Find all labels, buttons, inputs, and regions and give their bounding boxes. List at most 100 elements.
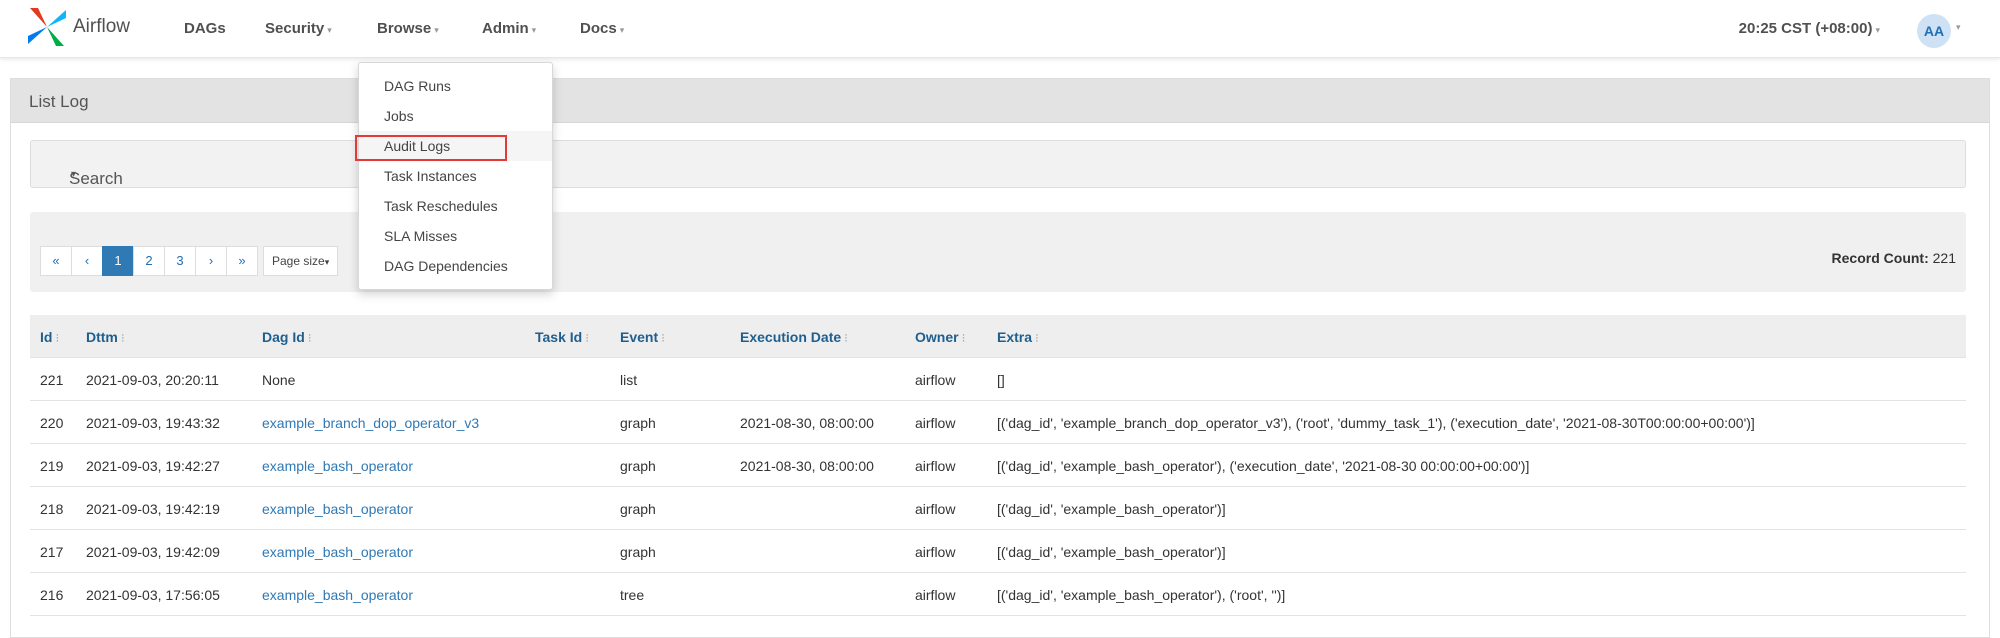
next-page-button[interactable]: › [195,246,227,276]
page-size-dropdown[interactable]: Page size▾ [263,246,339,276]
cell-event: list [620,372,638,388]
table-row: 217 2021-09-03, 19:42:09 example_bash_oper… [30,530,1966,573]
cell-id: 220 [40,415,64,431]
menu-item-dag-dependencies[interactable]: DAG Dependencies [359,251,552,281]
cell-dttm: 2021-09-03, 19:43:32 [86,415,220,431]
table-row: 216 2021-09-03, 17:56:05 example_bash_oper… [30,573,1966,616]
sort-icon: ⁝ [307,331,312,345]
table-row: 221 2021-09-03, 20:20:11 None list airflow [] [30,358,1966,401]
user-avatar[interactable]: AA [1917,14,1951,48]
cell-event: graph [620,501,656,517]
sort-icon: ⁝ [961,331,966,345]
prev-page-button[interactable]: ‹ [71,246,103,276]
cell-extra: [('dag_id', 'example_bash_operator')] [997,501,1226,517]
page-3-button[interactable]: 3 [164,246,196,276]
cell-owner: airflow [915,587,956,603]
page-title: List Log [11,79,1989,123]
cell-id: 221 [40,372,64,388]
chevron-down-icon: ▾ [434,25,439,35]
nav-docs[interactable]: Docs ▾ [580,20,624,37]
cell-extra: [('dag_id', 'example_branch_dop_operator… [997,415,1755,431]
table-row: 218 2021-09-03, 19:42:19 example_bash_oper… [30,487,1966,530]
nav-admin[interactable]: Admin ▾ [482,20,536,37]
column-header-extra[interactable]: Extra ⁝ [997,329,1039,345]
pagination-bar: « ‹ 1 2 3 › » Page size▾ Record Count: 2… [30,212,1966,292]
cell-event: tree [620,587,645,603]
cell-extra: [('dag_id', 'example_bash_operator')] [997,544,1226,560]
chevron-down-icon[interactable]: ▾ [1956,22,1961,33]
page-1-button[interactable]: 1 [102,246,134,276]
chevron-down-icon: ▾ [324,257,330,267]
cell-dag-id[interactable]: example_bash_operator [262,501,413,517]
menu-item-task-instances[interactable]: Task Instances [359,161,552,191]
page-2-button[interactable]: 2 [133,246,165,276]
cell-dttm: 2021-09-03, 19:42:27 [86,458,220,474]
cell-extra: [] [997,372,1005,388]
cell-dag-id[interactable]: example_bash_operator [262,458,413,474]
cell-owner: airflow [915,544,956,560]
brand-name[interactable]: Airflow [73,16,130,38]
menu-item-jobs[interactable]: Jobs [359,101,552,131]
timezone-clock[interactable]: 20:25 CST (+08:00) ▾ [1739,20,1880,37]
cell-execution-date: 2021-08-30, 08:00:00 [740,458,874,474]
chevron-down-icon: ▾ [531,25,537,35]
cell-id: 216 [40,587,64,603]
cell-owner: airflow [915,458,956,474]
record-count: Record Count: 221 [1832,250,1956,266]
cell-id: 217 [40,544,64,560]
cell-event: graph [620,415,656,431]
chevron-down-icon: ▾ [619,25,625,35]
column-header-owner[interactable]: Owner ⁝ [915,329,965,345]
cell-event: graph [620,544,656,560]
column-header-dag-id[interactable]: Dag Id ⁝ [262,329,312,345]
column-header-event[interactable]: Event ⁝ [620,329,665,345]
record-count-value: 221 [1932,250,1956,266]
nav-security[interactable]: Security ▾ [265,20,332,37]
nav-dags[interactable]: DAGs [184,20,226,37]
highlight-box [355,135,507,161]
cell-extra: [('dag_id', 'example_bash_operator'), ('… [997,458,1530,474]
menu-item-dag-runs[interactable]: DAG Runs [359,71,552,101]
nav-browse[interactable]: Browse ▾ [377,20,439,37]
column-header-task-id[interactable]: Task Id ⁝ [535,329,589,345]
cell-dag-id[interactable]: example_bash_operator [262,544,413,560]
table-body: 221 2021-09-03, 20:20:11 None list airflow []… [30,358,1966,616]
sort-icon: ⁝ [844,331,848,345]
cell-dag-id[interactable]: example_branch_dop_operator_v3 [262,415,479,431]
cell-extra: [('dag_id', 'example_bash_operator'), ('… [997,587,1286,603]
pagination: « ‹ 1 2 3 › » Page size▾ [40,246,339,276]
chevron-down-icon: ▾ [71,169,77,180]
cell-id: 218 [40,501,64,517]
cell-id: 219 [40,458,64,474]
table-row: 220 2021-09-03, 19:43:32 example_branch_do… [30,401,1966,444]
first-page-button[interactable]: « [40,246,72,276]
cell-execution-date: 2021-08-30, 08:00:00 [740,415,874,431]
search-toggle[interactable]: Search ▾ [30,140,1966,188]
audit-log-table: Id ⁝ Dttm ⁝ Dag Id ⁝ Task Id ⁝ Event ⁝ Execut… [30,315,1966,616]
column-header-id[interactable]: Id ⁝ [40,329,59,345]
column-header-execution-date[interactable]: Execution Date ⁝ [740,329,848,345]
sort-icon: ⁝ [55,331,60,345]
cell-owner: airflow [915,501,956,517]
sort-icon: ⁝ [120,331,125,345]
table-row: 219 2021-09-03, 19:42:27 example_bash_oper… [30,444,1966,487]
last-page-button[interactable]: » [226,246,258,276]
cell-dttm: 2021-09-03, 17:56:05 [86,587,220,603]
search-label: Search [69,169,123,188]
browse-dropdown-menu: DAG Runs Jobs Audit Logs Task Instances … [358,62,553,290]
cell-event: graph [620,458,656,474]
cell-dttm: 2021-09-03, 19:42:19 [86,501,220,517]
menu-item-task-reschedules[interactable]: Task Reschedules [359,191,552,221]
sort-icon: ⁝ [585,331,590,345]
column-header-dttm[interactable]: Dttm ⁝ [86,329,125,345]
chevron-down-icon: ▾ [1875,25,1880,35]
cell-owner: airflow [915,372,956,388]
menu-item-sla-misses[interactable]: SLA Misses [359,221,552,251]
cell-dttm: 2021-09-03, 19:42:09 [86,544,220,560]
record-count-label: Record Count: [1831,250,1929,266]
sort-icon: ⁝ [1035,331,1039,345]
cell-dttm: 2021-09-03, 20:20:11 [86,372,219,388]
airflow-logo-icon[interactable] [24,4,70,50]
cell-owner: airflow [915,415,956,431]
cell-dag-id[interactable]: example_bash_operator [262,587,413,603]
